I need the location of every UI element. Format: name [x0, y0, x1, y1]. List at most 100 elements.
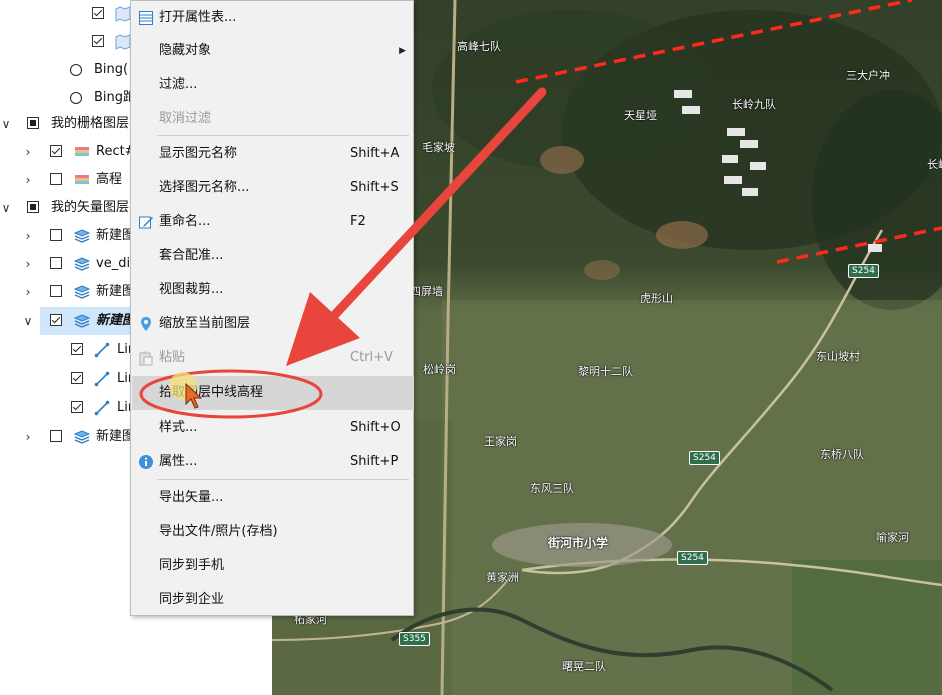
menu-item-label: 显示图元名称 — [159, 146, 238, 161]
group-checkbox[interactable] — [27, 201, 39, 213]
menu-item-view-clip[interactable]: 视图裁剪... — [132, 273, 412, 307]
layer-checkbox[interactable] — [50, 145, 62, 157]
group-checkbox[interactable] — [27, 117, 39, 129]
chevron-down-icon[interactable]: ∨ — [0, 110, 12, 138]
menu-item-shortcut: F2 — [350, 214, 366, 229]
layer-checkbox[interactable] — [50, 314, 62, 326]
menu-item-label: 选择图元名称... — [159, 180, 250, 195]
menu-item-label: 拾取图层中线高程 — [159, 385, 264, 400]
layer-checkbox[interactable] — [50, 257, 62, 269]
chevron-right-icon[interactable]: › — [22, 250, 34, 278]
menu-item-style[interactable]: 样式... Shift+O — [132, 411, 412, 445]
chevron-right-icon[interactable]: › — [22, 423, 34, 451]
polyline-icon — [94, 400, 110, 416]
menu-item-label: 样式... — [159, 420, 198, 435]
menu-item-shortcut: Shift+O — [350, 420, 401, 435]
table-icon — [139, 11, 153, 25]
menu-item-export-file-archive[interactable]: 导出文件/照片(存档) — [132, 515, 412, 549]
road-shield: S355 — [399, 632, 430, 646]
menu-item-label: 属性... — [159, 454, 198, 469]
map-place-label: 高峰七队 — [457, 40, 501, 53]
polyline-icon — [94, 342, 110, 358]
menu-item-shortcut: Shift+A — [350, 146, 400, 161]
map-place-label: 东风三队 — [530, 482, 574, 495]
layer-checkbox[interactable] — [50, 229, 62, 241]
info-icon — [139, 455, 153, 469]
feature-checkbox[interactable] — [71, 401, 83, 413]
menu-item-label: 隐藏对象 — [159, 43, 212, 58]
menu-item-label: 同步到企业 — [159, 592, 225, 607]
raster-icon — [75, 147, 89, 156]
chevron-right-icon[interactable]: › — [22, 278, 34, 306]
basemap-radio[interactable] — [70, 92, 82, 104]
menu-item-label: 套合配准... — [159, 248, 224, 263]
rename-icon — [139, 216, 153, 229]
map-place-label: 虎形山 — [640, 292, 673, 305]
menu-item-shortcut: Shift+S — [350, 180, 399, 195]
menu-item-label: 缩放至当前图层 — [159, 316, 251, 331]
menu-item-shortcut: Shift+P — [350, 454, 399, 469]
vector-layers-icon — [74, 285, 90, 299]
menu-item-filter[interactable]: 过滤... — [132, 68, 412, 102]
chevron-right-icon[interactable]: › — [22, 166, 34, 194]
layer-checkbox[interactable] — [50, 173, 62, 185]
menu-item-cancel-filter[interactable]: 取消过滤 — [132, 102, 412, 136]
menu-item-paste[interactable]: 粘贴 Ctrl+V — [132, 341, 412, 375]
menu-item-label: 导出文件/照片(存档) — [159, 524, 278, 539]
menu-item-sync-to-enterprise[interactable]: 同步到企业 — [132, 583, 412, 617]
menu-item-pick-centerline-elevation[interactable]: 拾取图层中线高程 — [132, 376, 414, 410]
menu-item-rename[interactable]: 重命名... F2 — [132, 205, 412, 239]
tree-row-label: 高程 — [96, 172, 123, 187]
menu-item-properties[interactable]: 属性... Shift+P — [132, 445, 412, 479]
menu-item-shortcut: Ctrl+V — [350, 350, 393, 365]
map-place-label: 松岭岗 — [423, 363, 456, 376]
map-place-label: 东桥八队 — [820, 448, 864, 461]
chevron-down-icon[interactable]: ∨ — [22, 307, 34, 335]
menu-item-zoom-to-layer[interactable]: 缩放至当前图层 — [132, 307, 412, 341]
map-place-label: 毛家坡 — [422, 141, 455, 154]
menu-item-open-attribute-table[interactable]: 打开属性表... — [132, 1, 412, 35]
chevron-down-icon[interactable]: ∨ — [0, 194, 12, 222]
menu-separator — [157, 135, 409, 136]
layer-checkbox[interactable] — [92, 7, 104, 19]
menu-item-select-feature-names[interactable]: 选择图元名称... Shift+S — [132, 171, 412, 205]
vector-layers-icon — [74, 229, 90, 243]
layer-checkbox[interactable] — [50, 285, 62, 297]
map-place-label: 长岭 — [927, 158, 942, 171]
feature-checkbox[interactable] — [71, 343, 83, 355]
layer-checkbox[interactable] — [50, 430, 62, 442]
map-place-label: 王家岗 — [484, 435, 517, 448]
feature-checkbox[interactable] — [71, 372, 83, 384]
tree-row-label: Bing( — [94, 62, 129, 77]
menu-separator — [157, 479, 409, 480]
map-place-label: 三大户冲 — [846, 69, 890, 82]
road-shield: S254 — [689, 451, 720, 465]
chevron-right-icon[interactable]: › — [22, 138, 34, 166]
map-place-label: 天星垭 — [624, 109, 657, 122]
menu-item-label: 过滤... — [159, 77, 198, 92]
menu-item-show-feature-names[interactable]: 显示图元名称 Shift+A — [132, 137, 412, 171]
vector-layers-icon — [74, 257, 90, 271]
menu-item-sync-to-phone[interactable]: 同步到手机 — [132, 549, 412, 583]
map-place-label: 四屏墙 — [410, 285, 443, 298]
chevron-right-icon[interactable]: › — [22, 222, 34, 250]
menu-item-label: 导出矢量... — [159, 490, 224, 505]
map-place-label: 黎明十二队 — [578, 365, 633, 378]
map-place-label: 曙晃二队 — [562, 660, 606, 673]
tree-row-label: ve_di — [96, 256, 131, 271]
basemap-radio[interactable] — [70, 64, 82, 76]
map-poi-label: 街河市小学 — [548, 536, 609, 550]
menu-item-export-vector[interactable]: 导出矢量... — [132, 481, 412, 515]
polyline-icon — [94, 371, 110, 387]
layer-checkbox[interactable] — [92, 35, 104, 47]
menu-item-label: 重命名... — [159, 214, 211, 229]
paste-icon — [139, 351, 153, 366]
menu-item-registration[interactable]: 套合配准... — [132, 239, 412, 273]
menu-item-label: 打开属性表... — [159, 10, 237, 25]
tree-group-label: 我的栅格图层 — [51, 116, 130, 131]
map-place-label: 长岭九队 — [732, 98, 776, 111]
menu-item-label: 取消过滤 — [159, 111, 212, 126]
map-layer-icon — [115, 34, 131, 50]
map-place-label: 黄家洲 — [486, 571, 519, 584]
menu-item-hide-objects[interactable]: 隐藏对象 ▶ — [132, 34, 412, 68]
